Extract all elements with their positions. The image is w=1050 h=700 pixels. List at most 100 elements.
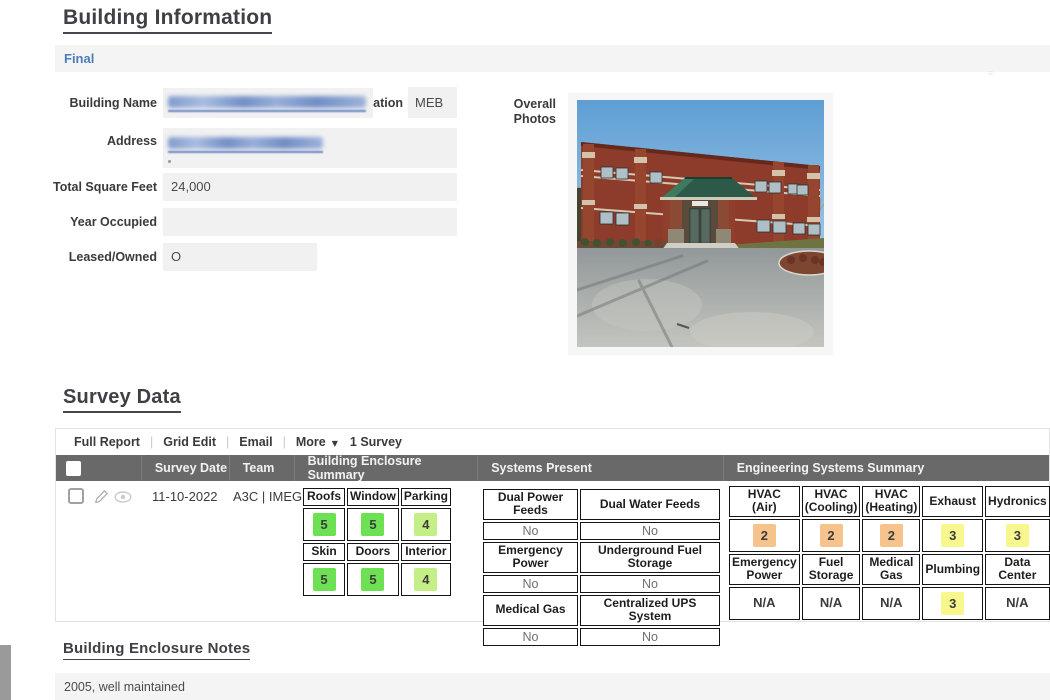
column-engineering-systems-summary: Engineering Systems Summary bbox=[723, 455, 1049, 481]
rating-badge: 2 bbox=[753, 524, 776, 547]
leased-owned-field[interactable]: O bbox=[163, 243, 317, 271]
mini-header-cell: Medical Gas bbox=[483, 595, 578, 626]
redacted-address bbox=[168, 137, 323, 149]
rating-value-cell: 2 bbox=[729, 519, 800, 552]
section-drag-handle-icon: ≡ bbox=[988, 71, 993, 75]
mini-header-cell: Dual Power Feeds bbox=[483, 489, 578, 520]
rating-value-cell: 5 bbox=[347, 508, 399, 541]
system-value-cell: No bbox=[483, 522, 578, 540]
address-field[interactable] bbox=[163, 128, 457, 168]
column-systems-present: Systems Present bbox=[477, 455, 723, 481]
rating-value-cell: 4 bbox=[401, 563, 451, 596]
mini-header-cell: Interior bbox=[401, 543, 451, 561]
status-badge: Final bbox=[64, 51, 94, 66]
rating-value-cell: 5 bbox=[347, 563, 399, 596]
system-value-cell: No bbox=[483, 628, 578, 646]
mini-header-cell: Centralized UPS System bbox=[580, 595, 720, 626]
grid-edit-button[interactable]: Grid Edit bbox=[163, 435, 216, 449]
table-header: Survey Date Team Building Enclosure Summ… bbox=[56, 455, 1049, 481]
building-name-field[interactable] bbox=[163, 88, 373, 118]
system-value-cell: No bbox=[580, 575, 720, 593]
mini-header-cell: Plumbing bbox=[922, 554, 983, 585]
rating-badge: 4 bbox=[414, 513, 437, 536]
column-survey-date: Survey Date bbox=[141, 455, 229, 481]
systems-present-table: Dual Power FeedsDual Water FeedsNoNoEmer… bbox=[481, 487, 722, 648]
rating-value-cell: N/A bbox=[862, 587, 920, 620]
rating-value-cell: 5 bbox=[303, 508, 345, 541]
system-value-cell: No bbox=[580, 628, 720, 646]
address-label: Address bbox=[30, 134, 157, 149]
total-square-feet-field[interactable]: 24,000 bbox=[163, 173, 457, 201]
rating-value-cell: N/A bbox=[729, 587, 800, 620]
chevron-down-icon: ▼ bbox=[332, 439, 338, 448]
table-row: 11-10-2022 A3C | IMEG RoofsWindowParking… bbox=[56, 481, 1049, 621]
rating-badge: 3 bbox=[941, 592, 964, 615]
mini-header-cell: HVAC(Heating) bbox=[862, 486, 920, 517]
survey-data-title: Survey Data bbox=[63, 386, 181, 413]
rating-badge: 3 bbox=[941, 524, 964, 547]
rating-badge: 5 bbox=[361, 568, 384, 591]
mini-header-cell: Underground Fuel Storage bbox=[580, 542, 720, 573]
column-team: Team bbox=[229, 455, 294, 481]
notes-text: 2005, well maintained bbox=[64, 680, 185, 694]
survey-table: Full Report | Grid Edit | Email | More▼ … bbox=[55, 428, 1050, 622]
system-value-cell: No bbox=[483, 575, 578, 593]
engineering-systems-summary-table: HVAC(Air)HVAC(Cooling)HVAC(Heating)Exhau… bbox=[727, 484, 1050, 622]
row-checkbox[interactable] bbox=[68, 488, 84, 504]
rating-badge: 5 bbox=[361, 513, 384, 536]
status-bar: Final bbox=[55, 45, 1050, 72]
rating-value-cell: 4 bbox=[401, 508, 451, 541]
rating-value-cell: 2 bbox=[802, 519, 861, 552]
leased-owned-label: Leased/Owned bbox=[30, 250, 157, 265]
system-value-cell: No bbox=[580, 522, 720, 540]
mini-header-cell: Dual Water Feeds bbox=[580, 489, 720, 520]
year-occupied-label: Year Occupied bbox=[30, 215, 157, 230]
rating-badge: 5 bbox=[313, 568, 336, 591]
email-button[interactable]: Email bbox=[239, 435, 272, 449]
mini-header-cell: Skin bbox=[303, 543, 345, 561]
header-checkbox-cell bbox=[56, 455, 141, 481]
building-information-page: Building Information Final ≡ Building Na… bbox=[0, 0, 1050, 700]
mini-header-cell: Doors bbox=[347, 543, 399, 561]
mini-header-cell: DataCenter bbox=[985, 554, 1050, 585]
mini-header-cell: Parking bbox=[401, 488, 451, 506]
rating-badge: 4 bbox=[414, 568, 437, 591]
mini-header-cell: Roofs bbox=[303, 488, 345, 506]
rating-value-cell: 5 bbox=[303, 563, 345, 596]
redacted-building-name bbox=[168, 96, 366, 108]
rating-badge: 2 bbox=[820, 524, 843, 547]
mini-header-cell: EmergencyPower bbox=[729, 554, 800, 585]
rating-value-cell: N/A bbox=[802, 587, 861, 620]
year-occupied-field[interactable] bbox=[163, 208, 457, 236]
select-all-checkbox[interactable] bbox=[66, 461, 81, 476]
rating-value-cell: 2 bbox=[862, 519, 920, 552]
edit-pencil-icon[interactable] bbox=[94, 489, 109, 504]
mini-header-cell: FuelStorage bbox=[802, 554, 861, 585]
mini-header-cell: MedicalGas bbox=[862, 554, 920, 585]
view-eye-icon[interactable] bbox=[114, 491, 132, 503]
mini-header-cell: Window bbox=[347, 488, 399, 506]
rating-badge: 2 bbox=[880, 524, 903, 547]
column-building-enclosure-summary: Building Enclosure Summary bbox=[294, 455, 478, 481]
building-name-label: Building Name bbox=[30, 96, 157, 111]
survey-toolbar: Full Report | Grid Edit | Email | More▼ … bbox=[56, 429, 1049, 455]
mini-header-cell: Hydronics bbox=[985, 486, 1050, 517]
rating-value-cell: 3 bbox=[985, 519, 1050, 552]
rating-badge: 5 bbox=[313, 513, 336, 536]
abbreviation-field[interactable]: MEB bbox=[408, 87, 457, 118]
overall-photos-label: Overall Photos bbox=[470, 97, 556, 127]
survey-count: 1 Survey bbox=[350, 435, 402, 449]
window-edge-strip bbox=[0, 645, 11, 700]
building-enclosure-notes-title: Building Enclosure Notes bbox=[63, 640, 250, 660]
full-report-button[interactable]: Full Report bbox=[74, 435, 140, 449]
mini-header-cell: HVAC(Air) bbox=[729, 486, 800, 517]
notes-bar: 2005, well maintained bbox=[55, 673, 1050, 700]
building-photo[interactable] bbox=[577, 100, 824, 347]
more-menu-button[interactable]: More▼ bbox=[296, 435, 338, 449]
page-title: Building Information bbox=[63, 6, 272, 34]
team-value: A3C | IMEG bbox=[233, 489, 302, 504]
mini-header-cell: Emergency Power bbox=[483, 542, 578, 573]
rating-badge: 3 bbox=[1006, 524, 1029, 547]
mini-header-cell: Exhaust bbox=[922, 486, 983, 517]
building-enclosure-summary-table: RoofsWindowParking 5 5 4 SkinDoorsInterior 5 5… bbox=[301, 486, 453, 598]
